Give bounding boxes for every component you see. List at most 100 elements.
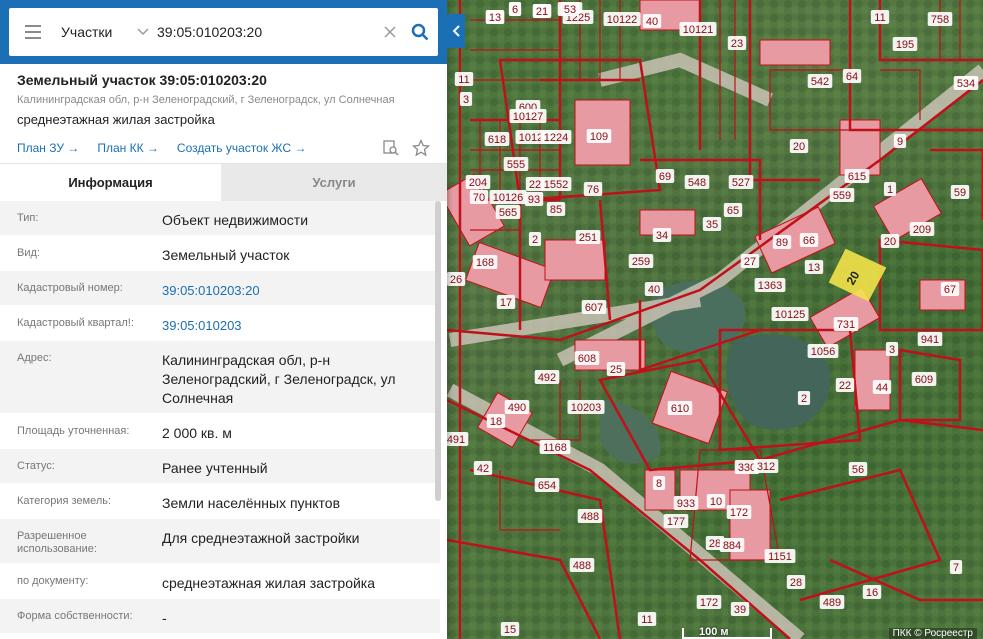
parcel-label[interactable]: 40 xyxy=(648,284,660,296)
parcel-label[interactable]: 618 xyxy=(488,134,506,146)
parcel-label[interactable]: 35 xyxy=(706,219,718,231)
parcel-label[interactable]: 13 xyxy=(808,262,820,274)
parcel-label[interactable]: 10 xyxy=(710,496,722,508)
search-button[interactable] xyxy=(402,8,438,56)
parcel-label[interactable]: 20 xyxy=(884,236,896,248)
clear-icon[interactable] xyxy=(378,22,402,43)
parcel-label[interactable]: 209 xyxy=(913,224,931,236)
parcel-label[interactable]: 85 xyxy=(550,204,562,216)
parcel-label[interactable]: 654 xyxy=(538,480,556,492)
parcel-label[interactable]: 10126 xyxy=(493,192,524,204)
parcel-label[interactable]: 884 xyxy=(723,540,741,552)
parcel-label[interactable]: 608 xyxy=(578,353,596,365)
parcel-label[interactable]: 607 xyxy=(585,302,603,314)
parcel-label[interactable]: 67 xyxy=(944,284,956,296)
parcel-label[interactable]: 172 xyxy=(730,507,748,519)
search-input[interactable] xyxy=(157,8,378,56)
create-parcel-link[interactable]: Создать участок ЖС → xyxy=(177,141,306,155)
parcel-label[interactable]: 53 xyxy=(564,4,576,16)
parcel-label[interactable]: 28 xyxy=(709,538,721,550)
parcel-label[interactable]: 26 xyxy=(450,274,462,286)
parcel-label[interactable]: 490 xyxy=(508,402,526,414)
parcel-label[interactable]: 1 xyxy=(887,184,893,196)
parcel-label[interactable]: 565 xyxy=(499,207,517,219)
parcel-label[interactable]: 39 xyxy=(734,604,746,616)
parcel-label[interactable]: 66 xyxy=(803,235,815,247)
parcel-label[interactable]: 18 xyxy=(490,416,502,428)
parcel-label[interactable]: 15 xyxy=(504,624,516,636)
parcel-label[interactable]: 21 xyxy=(536,6,548,18)
chevron-down-icon[interactable] xyxy=(137,25,157,39)
parcel-label[interactable]: 2 xyxy=(801,393,807,405)
search-category[interactable]: Участки xyxy=(57,24,137,40)
parcel-label[interactable]: 555 xyxy=(507,159,525,171)
cadastral-quarter-link[interactable]: 39:05:010203 xyxy=(162,306,440,340)
parcel-label[interactable]: 17 xyxy=(500,297,512,309)
parcel-label[interactable]: 20 xyxy=(793,141,805,153)
parcel-label[interactable]: 42 xyxy=(477,463,489,475)
plan-kk-link[interactable]: План КК → xyxy=(97,141,159,155)
parcel-label[interactable]: 11 xyxy=(641,614,652,626)
parcel-label[interactable]: 527 xyxy=(732,177,750,189)
tab-information[interactable]: Информация xyxy=(0,164,221,201)
parcel-label[interactable]: 28 xyxy=(790,577,802,589)
parcel-label[interactable]: 16 xyxy=(866,587,878,599)
parcel-label[interactable]: 56 xyxy=(852,464,864,476)
parcel-label[interactable]: 9 xyxy=(897,136,903,148)
parcel-label[interactable]: 168 xyxy=(476,257,494,269)
parcel-label[interactable]: 489 xyxy=(823,597,841,609)
parcel-label[interactable]: 76 xyxy=(587,184,599,196)
parcel-label[interactable]: 27 xyxy=(744,256,756,268)
parcel-label[interactable]: 491 xyxy=(447,434,465,446)
parcel-label[interactable]: 7 xyxy=(953,562,959,574)
parcel-label[interactable]: 1151 xyxy=(768,551,792,563)
parcel-label[interactable]: 34 xyxy=(656,230,668,242)
parcel-label[interactable]: 204 xyxy=(469,177,487,189)
tab-services[interactable]: Услуги xyxy=(221,164,447,201)
parcel-label[interactable]: 8 xyxy=(656,478,662,490)
parcel-label[interactable]: 195 xyxy=(896,39,914,51)
parcel-label[interactable]: 40 xyxy=(646,16,658,28)
star-icon[interactable] xyxy=(412,139,430,157)
parcel-label[interactable]: 3 xyxy=(889,344,895,356)
parcel-label[interactable]: 2 xyxy=(532,234,538,246)
menu-icon[interactable] xyxy=(9,8,57,56)
cadastral-number-link[interactable]: 39:05:010203:20 xyxy=(162,271,440,305)
parcel-label[interactable]: 542 xyxy=(811,76,829,88)
parcel-label[interactable]: 559 xyxy=(833,190,851,202)
parcel-label[interactable]: 3 xyxy=(463,94,469,106)
parcel-label[interactable]: 22 xyxy=(839,380,851,392)
parcel-label[interactable]: 259 xyxy=(632,256,650,268)
parcel-label[interactable]: 312 xyxy=(757,461,775,473)
parcel-label[interactable]: 610 xyxy=(671,403,689,415)
parcel-label[interactable]: 177 xyxy=(667,516,685,528)
parcel-label[interactable]: 10203 xyxy=(571,402,602,414)
parcel-label[interactable]: 1363 xyxy=(758,280,782,292)
parcel-label[interactable]: 10125 xyxy=(775,309,806,321)
collapse-panel-button[interactable] xyxy=(447,14,465,48)
parcel-label[interactable]: 10121 xyxy=(683,24,714,36)
parcel-label[interactable]: 109 xyxy=(590,131,608,143)
parcel-label[interactable]: 615 xyxy=(848,171,866,183)
parcel-label[interactable]: 65 xyxy=(727,205,739,217)
parcel-label[interactable]: 64 xyxy=(846,71,858,83)
parcel-label[interactable]: 488 xyxy=(573,560,591,572)
parcel-label[interactable]: 11 xyxy=(458,74,469,86)
parcel-label[interactable]: 941 xyxy=(921,334,939,346)
parcel-label[interactable]: 1168 xyxy=(543,442,567,454)
parcel-label[interactable]: 933 xyxy=(677,498,695,510)
parcel-label[interactable]: 25 xyxy=(610,364,622,376)
parcel-label[interactable]: 548 xyxy=(688,177,706,189)
parcel-label[interactable]: 13 xyxy=(489,12,501,24)
parcel-label[interactable]: 1056 xyxy=(811,346,835,358)
parcel-label[interactable]: 22 xyxy=(529,179,541,191)
parcel-label[interactable]: 10122 xyxy=(607,14,638,26)
parcel-label[interactable]: 330 xyxy=(738,462,756,474)
parcel-label[interactable]: 758 xyxy=(931,14,949,26)
parcel-label[interactable]: 23 xyxy=(731,38,743,50)
parcel-label[interactable]: 11 xyxy=(874,12,885,24)
document-search-icon[interactable] xyxy=(382,139,400,157)
parcel-label[interactable]: 731 xyxy=(837,319,855,331)
panel-scrollbar[interactable] xyxy=(435,201,441,501)
parcel-label[interactable]: 1552 xyxy=(544,179,568,191)
